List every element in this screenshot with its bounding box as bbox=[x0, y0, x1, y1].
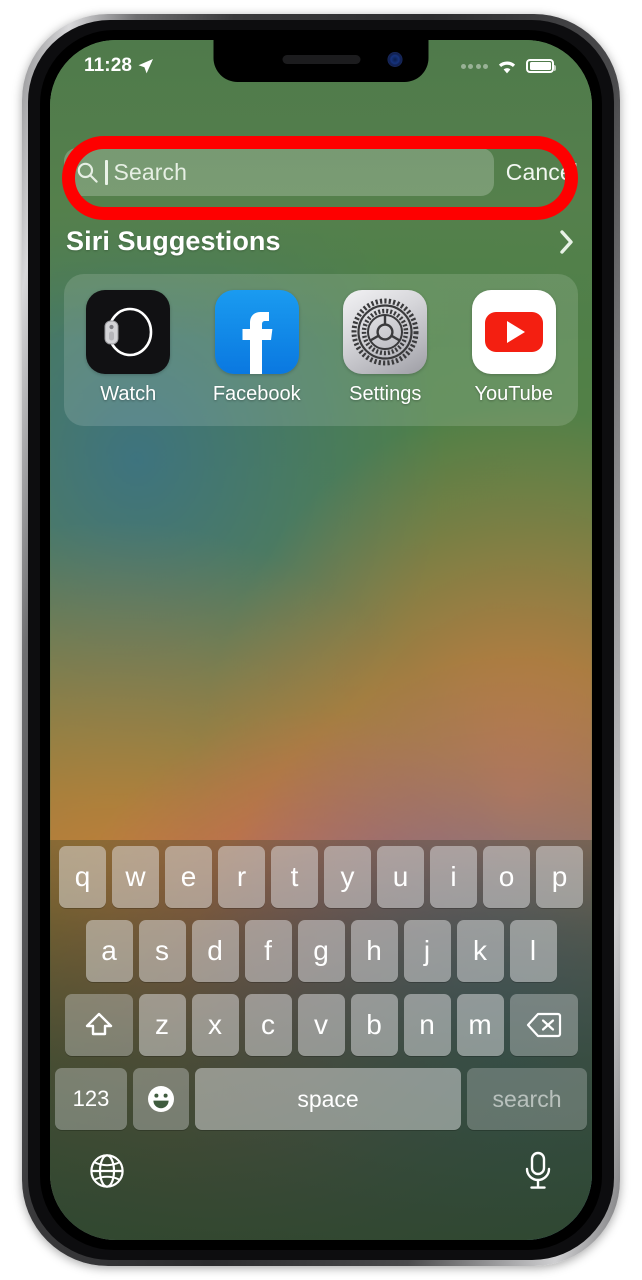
key-y[interactable]: y bbox=[324, 846, 371, 908]
facebook-app-icon bbox=[214, 290, 299, 374]
suggested-app-youtube[interactable]: YouTube bbox=[459, 290, 569, 406]
key-g[interactable]: g bbox=[297, 920, 345, 982]
key-k[interactable]: k bbox=[456, 920, 504, 982]
suggested-app-watch[interactable]: Watch bbox=[73, 290, 183, 406]
backspace-delete-icon bbox=[526, 1011, 562, 1039]
cellular-signal-dots-icon bbox=[460, 63, 488, 69]
numbers-key[interactable]: 123 bbox=[55, 1068, 127, 1130]
keyboard-row-3: z x c v b n m bbox=[55, 994, 587, 1056]
emoji-smiley-icon bbox=[146, 1084, 176, 1114]
siri-suggestions-title: Siri Suggestions bbox=[66, 226, 281, 256]
key-n[interactable]: n bbox=[403, 994, 451, 1056]
cancel-button[interactable]: Cancel bbox=[506, 159, 578, 186]
backspace-key[interactable] bbox=[509, 994, 578, 1056]
earpiece-speaker-icon bbox=[282, 55, 360, 64]
key-t[interactable]: t bbox=[271, 846, 318, 908]
screenshot-root: 11:28 Search Cancel Siri Suggestions Wat… bbox=[0, 0, 642, 1280]
suggested-app-label: Settings bbox=[349, 383, 422, 405]
key-o[interactable]: o bbox=[483, 846, 530, 908]
key-j[interactable]: j bbox=[403, 920, 451, 982]
suggested-app-label: Facebook bbox=[212, 383, 301, 405]
siri-suggestions-card: Watch Facebook Settings YouTube bbox=[64, 274, 578, 426]
key-b[interactable]: b bbox=[350, 994, 398, 1056]
text-cursor bbox=[105, 159, 108, 185]
keyboard-bottom-row bbox=[55, 1142, 587, 1192]
onscreen-keyboard: q w e r t y u i o p a s d f g h j k l z … bbox=[50, 840, 592, 1240]
shift-key[interactable] bbox=[64, 994, 133, 1056]
key-s[interactable]: s bbox=[138, 920, 186, 982]
key-a[interactable]: a bbox=[85, 920, 133, 982]
play-triangle-icon bbox=[507, 321, 526, 343]
microphone-icon[interactable] bbox=[521, 1150, 555, 1192]
location-arrow-icon bbox=[137, 58, 154, 75]
search-bar-row: Search Cancel bbox=[50, 148, 592, 196]
search-return-key[interactable]: search bbox=[467, 1068, 587, 1130]
battery-full-icon bbox=[526, 59, 556, 73]
search-placeholder: Search bbox=[113, 158, 187, 185]
status-bar-clock: 11:28 bbox=[84, 55, 133, 76]
key-w[interactable]: w bbox=[112, 846, 159, 908]
key-v[interactable]: v bbox=[297, 994, 345, 1056]
status-bar-right bbox=[460, 57, 556, 75]
suggested-app-facebook[interactable]: Facebook bbox=[202, 290, 312, 406]
phone-screen: 11:28 Search Cancel Siri Suggestions Wat… bbox=[50, 40, 592, 1240]
search-input[interactable]: Search bbox=[64, 148, 494, 196]
magnifier-icon bbox=[76, 161, 99, 184]
key-i[interactable]: i bbox=[430, 846, 477, 908]
key-x[interactable]: x bbox=[191, 994, 239, 1056]
key-r[interactable]: r bbox=[218, 846, 265, 908]
space-key[interactable]: space bbox=[195, 1068, 461, 1130]
key-f[interactable]: f bbox=[244, 920, 292, 982]
key-q[interactable]: q bbox=[59, 846, 106, 908]
youtube-app-icon bbox=[471, 290, 556, 374]
keyboard-row-1: q w e r t y u i o p bbox=[55, 846, 587, 908]
key-p[interactable]: p bbox=[536, 846, 583, 908]
key-h[interactable]: h bbox=[350, 920, 398, 982]
key-c[interactable]: c bbox=[244, 994, 292, 1056]
settings-gear-app-icon bbox=[343, 290, 428, 374]
status-bar-left: 11:28 bbox=[84, 55, 154, 77]
key-m[interactable]: m bbox=[456, 994, 504, 1056]
key-l[interactable]: l bbox=[509, 920, 557, 982]
front-camera-icon bbox=[387, 52, 403, 67]
emoji-key[interactable] bbox=[133, 1068, 189, 1130]
shift-arrow-icon bbox=[83, 1009, 115, 1041]
apple-watch-app-icon bbox=[86, 290, 171, 374]
suggested-app-label: Watch bbox=[100, 383, 157, 405]
key-u[interactable]: u bbox=[377, 846, 424, 908]
suggested-app-settings[interactable]: Settings bbox=[330, 290, 440, 406]
key-e[interactable]: e bbox=[165, 846, 212, 908]
globe-language-icon[interactable] bbox=[87, 1151, 127, 1191]
key-d[interactable]: d bbox=[191, 920, 239, 982]
siri-suggestions-header: Siri Suggestions bbox=[50, 226, 592, 257]
key-z[interactable]: z bbox=[138, 994, 186, 1056]
device-notch bbox=[213, 40, 429, 82]
youtube-play-badge bbox=[484, 312, 543, 352]
wifi-icon bbox=[495, 57, 519, 75]
keyboard-row-2: a s d f g h j k l bbox=[55, 920, 587, 982]
chevron-right-icon[interactable] bbox=[558, 227, 576, 257]
keyboard-row-4: 123 space search bbox=[55, 1068, 587, 1130]
suggested-app-label: YouTube bbox=[474, 383, 554, 405]
